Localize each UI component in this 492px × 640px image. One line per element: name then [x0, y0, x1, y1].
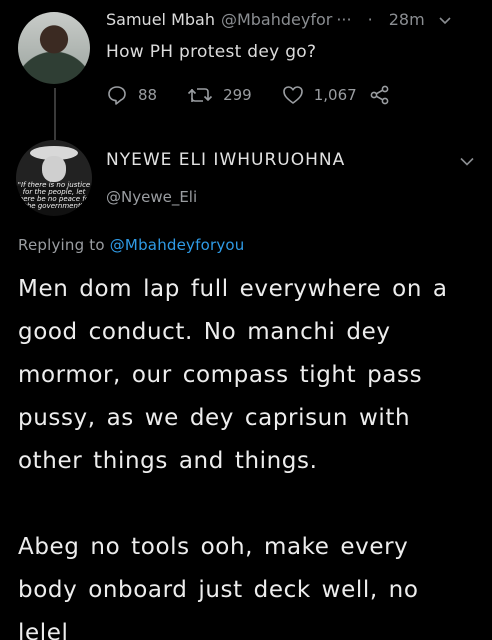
timestamp[interactable]: 28m	[389, 10, 425, 29]
author-name[interactable]: Samuel Mbah	[106, 10, 215, 29]
chevron-down-icon[interactable]	[437, 12, 453, 28]
avatar-face-shape	[42, 156, 66, 182]
author-name[interactable]: NYEWE ELI IWHURUOHNA	[106, 150, 345, 170]
tweet-paragraph: Men dom lap full everywhere on a good co…	[18, 276, 448, 474]
like-button[interactable]: 1,067	[282, 84, 357, 106]
parent-tweet-header: Samuel Mbah @Mbahdeyfor ··· · 28m	[106, 10, 476, 29]
parent-tweet[interactable]: Samuel Mbah @Mbahdeyfor ··· · 28m How PH…	[0, 0, 492, 140]
retweet-count: 299	[223, 86, 252, 104]
tweet-actions: 88 299 1,067	[106, 84, 431, 106]
author-handle[interactable]: @Mbahdeyfor	[221, 10, 332, 29]
tweet-paragraph: Abeg no tools ooh, make every body onboa…	[18, 534, 419, 640]
truncation-ellipsis: ···	[336, 10, 352, 29]
heart-icon	[282, 86, 303, 104]
reply-icon	[108, 86, 126, 105]
author-handle[interactable]: @Nyewe_Eli	[106, 188, 197, 206]
avatar[interactable]	[18, 12, 90, 84]
reply-button[interactable]: 88	[106, 84, 157, 106]
like-count: 1,067	[313, 86, 357, 104]
mention-link[interactable]: @Mbahdeyforyou	[110, 236, 245, 254]
avatar[interactable]: "If there is no justice for the people, …	[16, 140, 92, 216]
share-icon	[370, 85, 389, 105]
retweet-icon	[188, 88, 213, 102]
separator-dot: ·	[367, 10, 373, 29]
thread-connector-line	[54, 88, 56, 140]
replying-to-line: Replying to @Mbahdeyforyou	[18, 236, 245, 254]
chevron-down-icon[interactable]	[458, 152, 476, 170]
replying-prefix: Replying to	[18, 236, 105, 254]
retweet-button[interactable]: 299	[187, 84, 252, 106]
tweet-text: How PH protest dey go?	[106, 42, 317, 62]
reply-count: 88	[138, 86, 158, 104]
tweet-text: Men dom lap full everywhere on a good co…	[18, 268, 478, 640]
share-button[interactable]	[369, 84, 401, 106]
avatar-caption: "If there is no justice for the people, …	[16, 181, 92, 210]
